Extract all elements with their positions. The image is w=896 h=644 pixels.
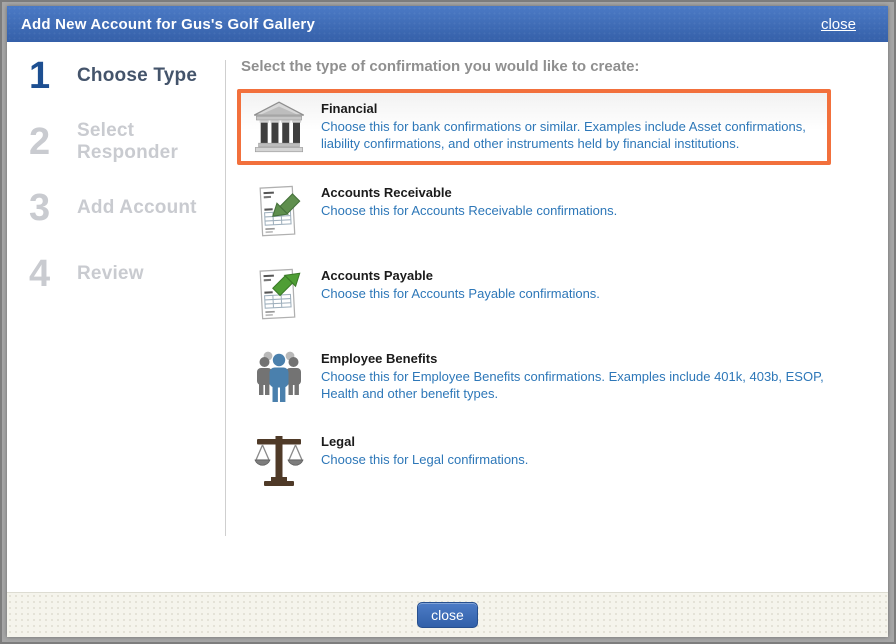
- step-number: 2: [29, 123, 63, 161]
- invoice-outgoing-arrow-icon: [251, 265, 307, 323]
- people-group-icon: [251, 348, 307, 406]
- option-title: Financial: [321, 101, 817, 116]
- step-label: Choose Type: [77, 65, 197, 87]
- option-employee-benefits[interactable]: Employee Benefits Choose this for Employ…: [241, 343, 835, 411]
- option-title: Accounts Payable: [321, 268, 600, 283]
- step-review: 4 Review: [29, 254, 225, 294]
- option-accounts-payable[interactable]: Accounts Payable Choose this for Account…: [241, 260, 835, 328]
- dialog-body: 1 Choose Type 2 Select Responder 3 Add A…: [7, 42, 888, 592]
- dialog-footer: close: [7, 592, 888, 637]
- option-description: Choose this for Accounts Receivable conf…: [321, 202, 617, 219]
- option-title: Employee Benefits: [321, 351, 825, 366]
- option-title: Legal: [321, 434, 528, 449]
- dialog-titlebar: Add New Account for Gus's Golf Gallery c…: [7, 6, 888, 42]
- option-text: Accounts Payable Choose this for Account…: [321, 265, 600, 302]
- step-select-responder: 2 Select Responder: [29, 122, 225, 162]
- option-text: Legal Choose this for Legal confirmation…: [321, 431, 528, 468]
- scales-of-justice-icon: [251, 431, 307, 489]
- step-number: 4: [29, 255, 63, 293]
- option-legal[interactable]: Legal Choose this for Legal confirmation…: [241, 426, 835, 494]
- option-financial[interactable]: Financial Choose this for bank confirmat…: [237, 89, 831, 165]
- content-heading: Select the type of confirmation you woul…: [241, 58, 864, 75]
- step-number: 3: [29, 189, 63, 227]
- bank-icon: [251, 98, 307, 156]
- step-choose-type: 1 Choose Type: [29, 56, 225, 96]
- add-account-dialog: Add New Account for Gus's Golf Gallery c…: [7, 6, 888, 637]
- step-label: Select Responder: [77, 120, 225, 164]
- option-description: Choose this for Employee Benefits confir…: [321, 368, 825, 402]
- close-button[interactable]: close: [417, 602, 478, 628]
- step-add-account: 3 Add Account: [29, 188, 225, 228]
- step-label: Review: [77, 263, 144, 285]
- window-frame: Add New Account for Gus's Golf Gallery c…: [0, 0, 896, 644]
- option-text: Accounts Receivable Choose this for Acco…: [321, 182, 617, 219]
- close-link[interactable]: close: [821, 16, 874, 33]
- step-label: Add Account: [77, 197, 197, 219]
- wizard-steps-sidebar: 1 Choose Type 2 Select Responder 3 Add A…: [7, 42, 225, 592]
- sidebar-divider: [225, 60, 226, 536]
- step-number: 1: [29, 57, 63, 95]
- option-title: Accounts Receivable: [321, 185, 617, 200]
- option-description: Choose this for bank confirmations or si…: [321, 118, 817, 152]
- dialog-title: Add New Account for Gus's Golf Gallery: [21, 16, 315, 33]
- option-description: Choose this for Legal confirmations.: [321, 451, 528, 468]
- option-description: Choose this for Accounts Payable confirm…: [321, 285, 600, 302]
- option-text: Financial Choose this for bank confirmat…: [321, 98, 817, 152]
- option-accounts-receivable[interactable]: Accounts Receivable Choose this for Acco…: [241, 177, 835, 245]
- invoice-incoming-arrow-icon: [251, 182, 307, 240]
- option-text: Employee Benefits Choose this for Employ…: [321, 348, 825, 402]
- confirmation-type-list: Select the type of confirmation you woul…: [225, 42, 888, 592]
